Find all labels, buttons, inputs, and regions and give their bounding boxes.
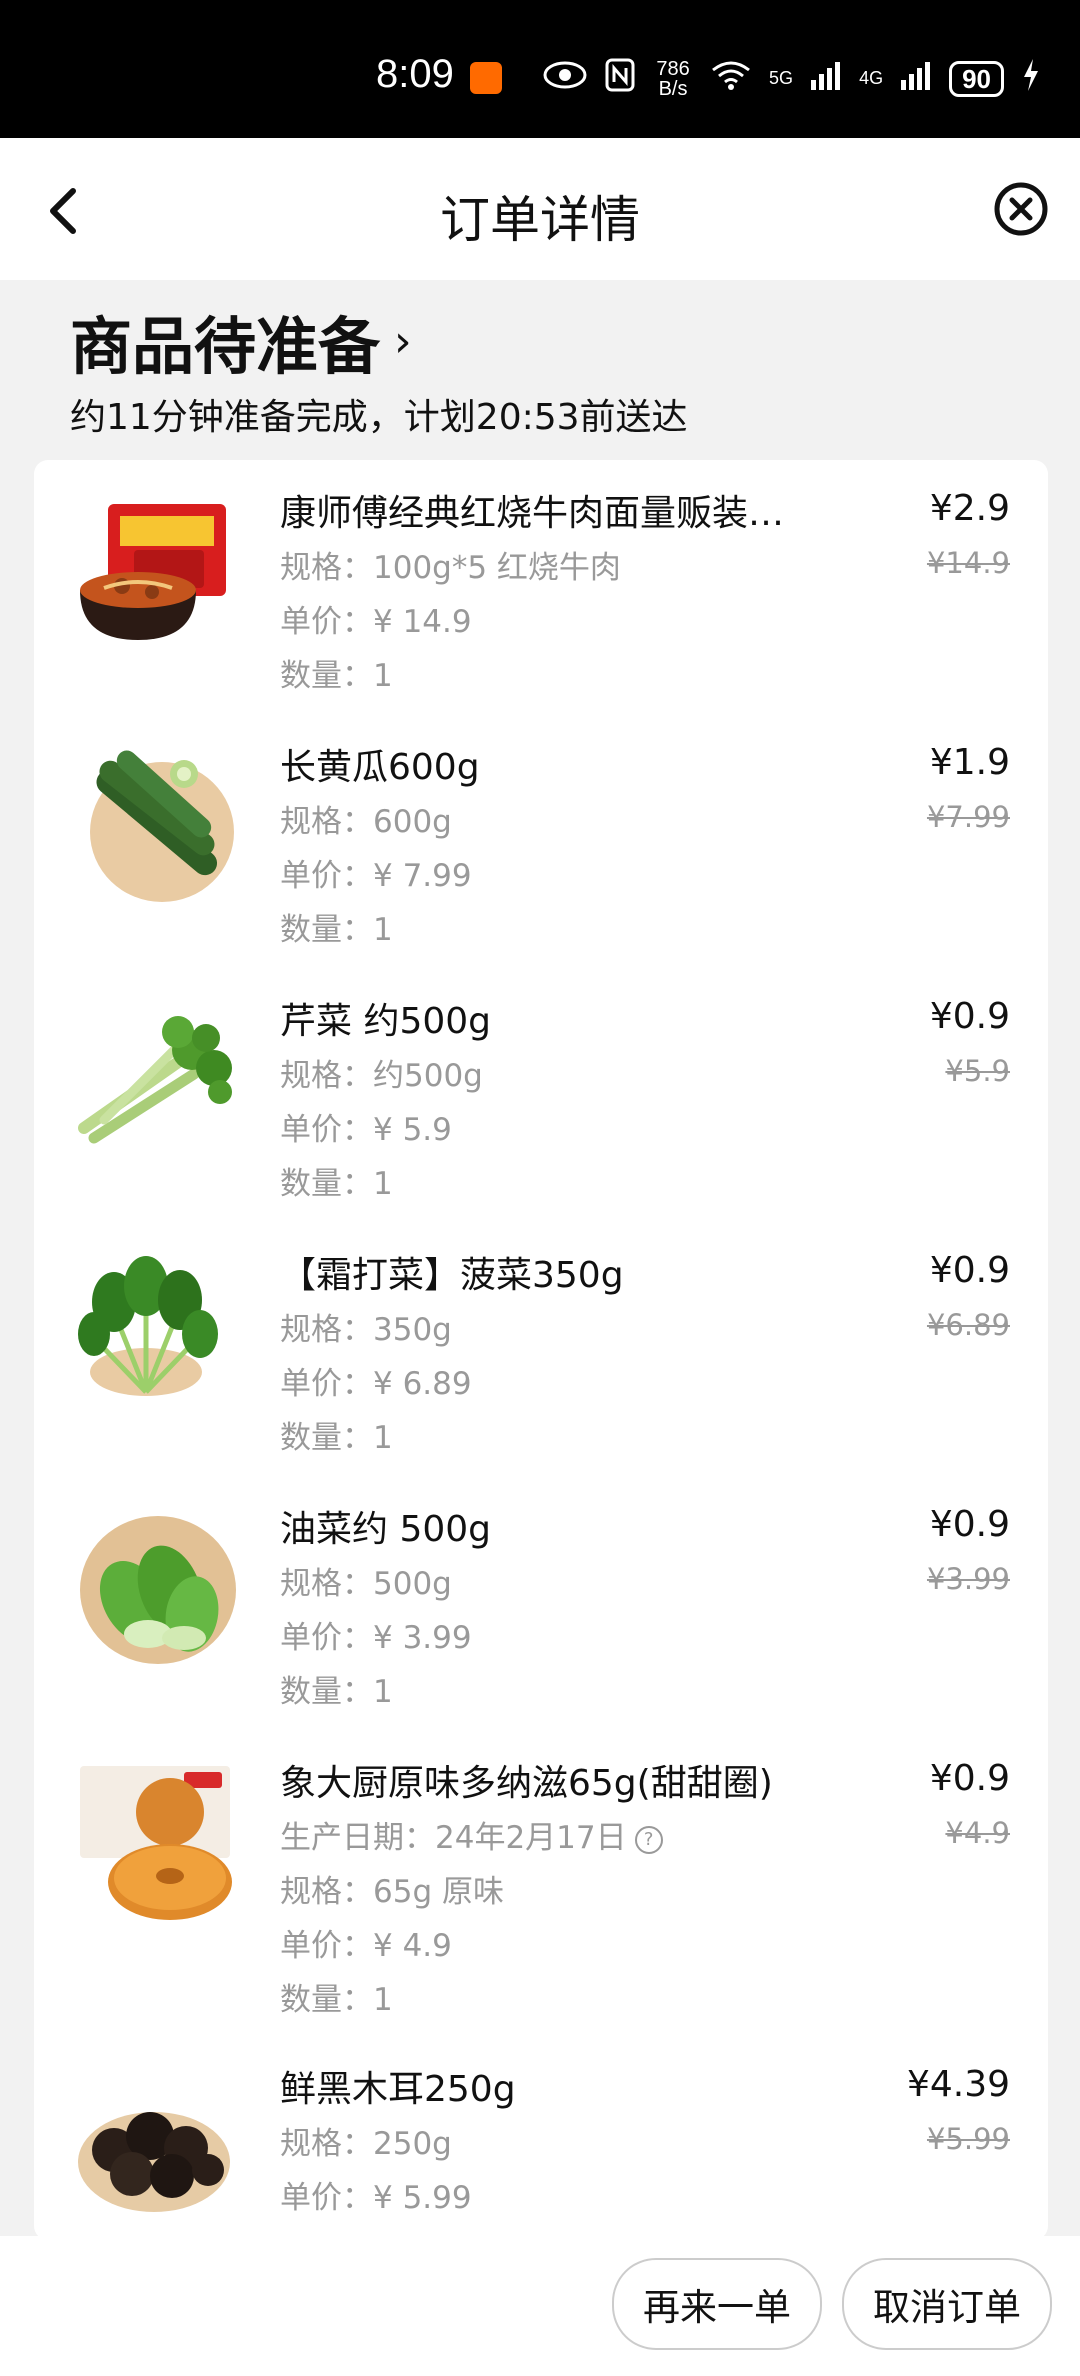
item-price: ¥1.9	[929, 742, 1010, 783]
page-title: 订单详情	[440, 191, 640, 249]
item-qty: 数量：1	[280, 912, 393, 948]
app-notification-icon	[470, 62, 502, 94]
item-price: ¥0.9	[929, 1758, 1010, 1799]
item-name: 康师傅经典红烧牛肉面量贩装…	[280, 493, 785, 534]
item-original-price: ¥7.99	[926, 800, 1010, 834]
list-item[interactable]: 长黄瓜600g 规格：600g 单价：¥ 7.99 数量：1 ¥1.9 ¥7.9…	[34, 714, 1048, 968]
item-name: 象大厨原味多纳滋65g(甜甜圈)	[280, 1763, 773, 1804]
signal-4g-label: 4G	[859, 68, 884, 88]
signal-5g-label: 5G	[769, 68, 794, 88]
item-spec: 规格：约500g	[280, 1058, 483, 1094]
order-status-heading[interactable]: 商品待准备 ›	[70, 296, 412, 386]
signal-4g-icon	[901, 60, 931, 97]
list-item[interactable]: 芹菜 约500g 规格：约500g 单价：¥ 5.9 数量：1 ¥0.9 ¥5.…	[34, 968, 1048, 1222]
item-qty: 数量：1	[280, 658, 393, 694]
spinach-image	[78, 1256, 218, 1396]
items-card: 康师傅经典红烧牛肉面量贩装… 规格：100g*5 红烧牛肉 单价：¥ 14.9 …	[34, 460, 1048, 2240]
item-spec: 规格：600g	[280, 804, 452, 840]
close-circle-icon	[994, 182, 1048, 236]
list-item[interactable]: 鲜黑木耳250g 规格：250g 单价：¥ 5.99 ¥4.39 ¥5.99	[34, 2036, 1048, 2240]
item-original-price: ¥4.9	[945, 1816, 1010, 1850]
item-spec: 规格：250g	[280, 2126, 452, 2162]
signal-5g-icon	[811, 60, 841, 97]
wifi-icon	[711, 60, 751, 97]
list-item[interactable]: 油菜约 500g 规格：500g 单价：¥ 3.99 数量：1 ¥0.9 ¥3.…	[34, 1476, 1048, 1730]
status-time: 8:09	[376, 52, 454, 96]
item-original-price: ¥5.9	[945, 1054, 1010, 1088]
instant-noodles-image	[80, 504, 226, 640]
chevron-right-icon: ›	[394, 315, 412, 367]
item-unit-price: 单价：¥ 14.9	[280, 604, 472, 640]
cancel-order-button[interactable]: 取消订单	[842, 2258, 1052, 2350]
item-unit-price: 单价：¥ 4.9	[280, 1928, 452, 1964]
cucumber-image	[90, 750, 234, 902]
item-name: 长黄瓜600g	[280, 747, 480, 788]
item-spec: 规格：350g	[280, 1312, 452, 1348]
item-name: 芹菜 约500g	[280, 1001, 492, 1042]
net-speed: 786 B/s	[656, 57, 690, 100]
item-price: ¥0.9	[929, 1250, 1010, 1291]
item-spec: 规格：65g 原味	[280, 1874, 504, 1910]
status-icons: 786 B/s 5G 4G 90	[543, 58, 1040, 99]
list-item[interactable]: 象大厨原味多纳滋65g(甜甜圈) 生产日期：24年2月17日? 规格：65g 原…	[34, 1730, 1048, 2036]
item-unit-price: 单价：¥ 5.9	[280, 1112, 452, 1148]
item-original-price: ¥14.9	[926, 546, 1010, 580]
order-status-text: 商品待准备	[70, 310, 381, 383]
list-item[interactable]: 【霜打菜】菠菜350g 规格：350g 单价：¥ 6.89 数量：1 ¥0.9 …	[34, 1222, 1048, 1476]
production-date-text: 生产日期：24年2月17日	[280, 1820, 627, 1856]
item-qty: 数量：1	[280, 1420, 393, 1456]
reorder-button[interactable]: 再来一单	[612, 2258, 822, 2350]
item-original-price: ¥6.89	[926, 1308, 1010, 1342]
item-price: ¥4.39	[906, 2064, 1010, 2105]
status-bar: 8:09 786 B/s 5G 4G 90	[0, 0, 1080, 138]
bottom-action-bar: 再来一单 取消订单	[0, 2236, 1080, 2376]
black-fungus-image	[78, 2112, 230, 2212]
item-production-date: 生产日期：24年2月17日?	[280, 1812, 663, 1857]
nfc-icon	[605, 58, 635, 99]
item-name: 油菜约 500g	[280, 1509, 492, 1550]
close-button[interactable]	[986, 174, 1056, 244]
eye-icon	[543, 60, 587, 97]
item-price: ¥0.9	[929, 1504, 1010, 1545]
item-qty: 数量：1	[280, 1674, 393, 1710]
item-qty: 数量：1	[280, 1166, 393, 1202]
item-price: ¥2.9	[929, 488, 1010, 529]
bok-choy-image	[80, 1516, 236, 1664]
battery-icon: 90	[949, 60, 1004, 97]
item-price: ¥0.9	[929, 996, 1010, 1037]
item-unit-price: 单价：¥ 7.99	[280, 858, 472, 894]
item-spec: 规格：100g*5 红烧牛肉	[280, 550, 621, 586]
battery-level: 90	[962, 63, 991, 94]
item-unit-price: 单价：¥ 5.99	[280, 2180, 472, 2216]
donut-image	[80, 1766, 232, 1920]
list-item[interactable]: 康师傅经典红烧牛肉面量贩装… 规格：100g*5 红烧牛肉 单价：¥ 14.9 …	[34, 460, 1048, 714]
item-qty: 数量：1	[280, 1982, 393, 2018]
question-circle-icon[interactable]: ?	[634, 1825, 663, 1854]
order-status-subtitle: 约11分钟准备完成，计划20:53前送达	[70, 397, 688, 438]
charging-icon	[1022, 59, 1040, 98]
top-nav: 订单详情	[0, 138, 1080, 280]
item-name: 【霜打菜】菠菜350g	[280, 1255, 624, 1296]
item-name: 鲜黑木耳250g	[280, 2069, 516, 2110]
celery-image	[78, 1016, 232, 1144]
item-spec: 规格：500g	[280, 1566, 452, 1602]
item-unit-price: 单价：¥ 6.89	[280, 1366, 472, 1402]
item-original-price: ¥3.99	[926, 1562, 1010, 1596]
item-original-price: ¥5.99	[926, 2122, 1010, 2156]
item-unit-price: 单价：¥ 3.99	[280, 1620, 472, 1656]
